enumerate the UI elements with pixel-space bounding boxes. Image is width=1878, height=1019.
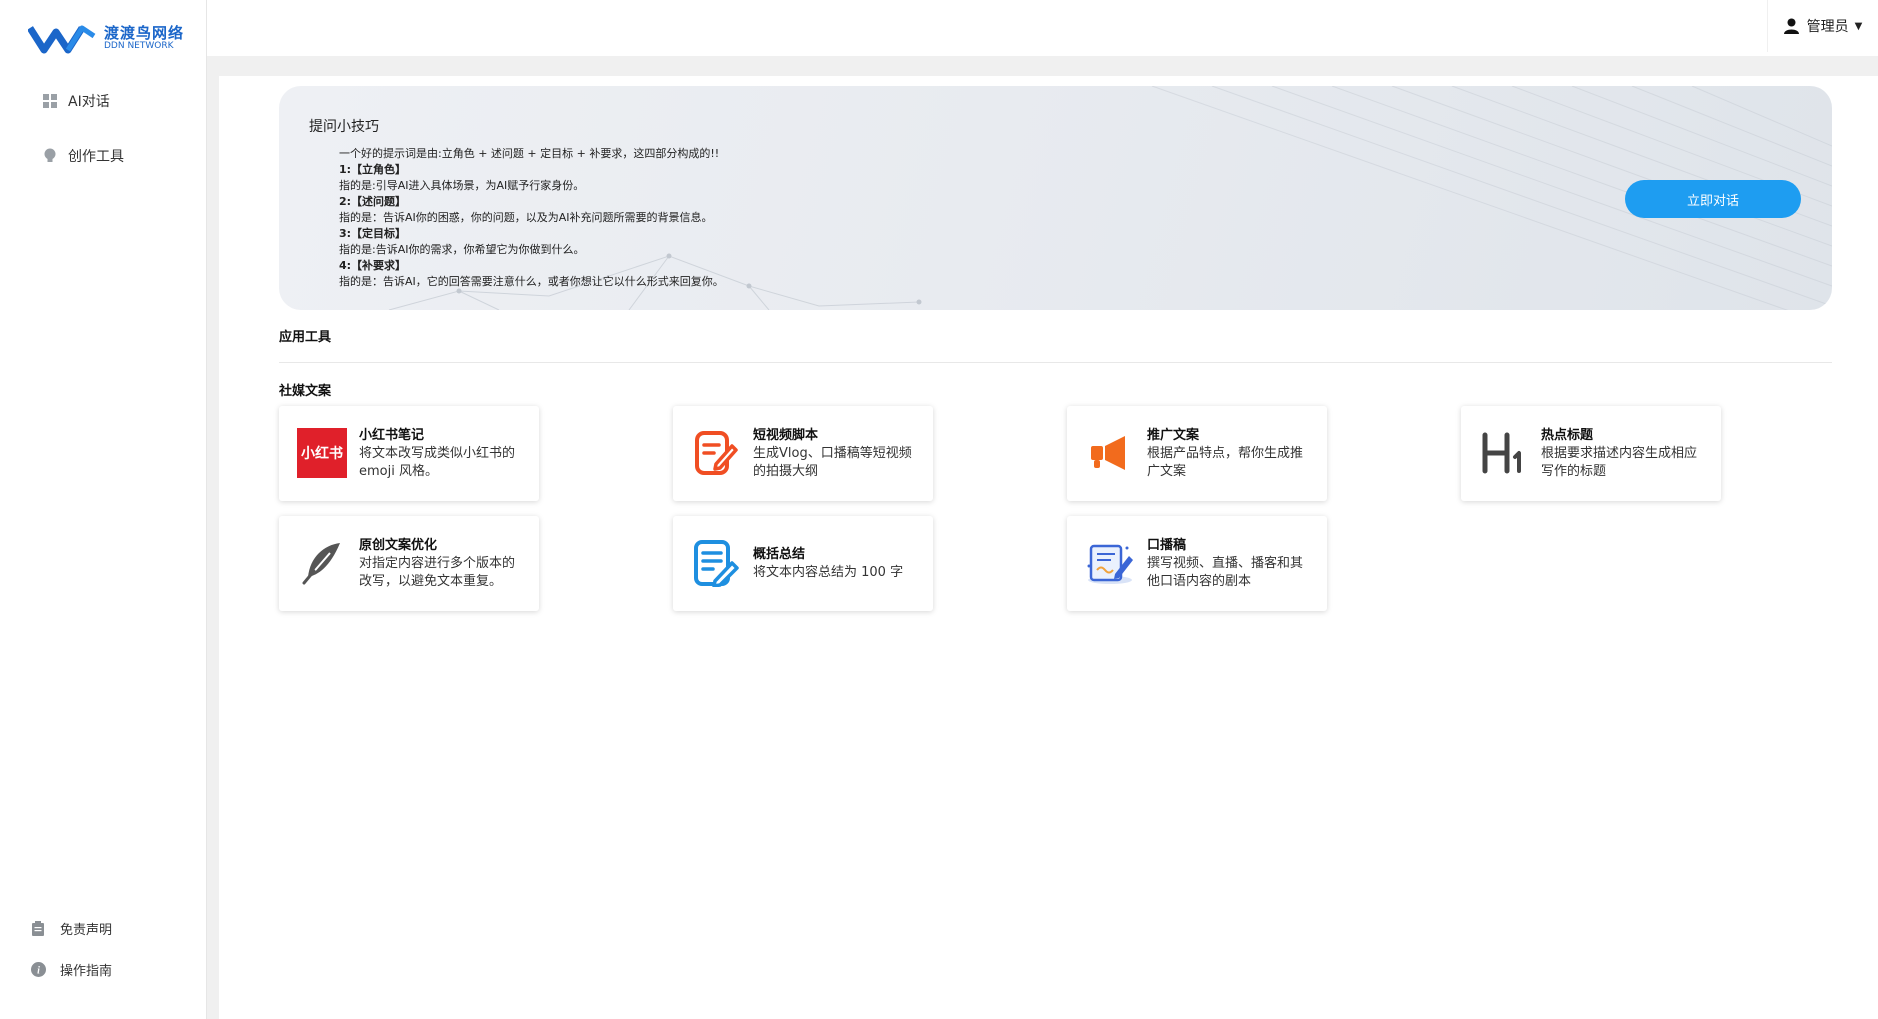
tip-line: 一个好的提示词是由:立角色 + 述问题 + 定目标 + 补要求，这四部分构成的!… bbox=[339, 147, 720, 160]
sidebar-footer-label: 操作指南 bbox=[60, 964, 113, 979]
banner-title: 提问小技巧 bbox=[309, 119, 379, 135]
tip-line: 1:【立角色】 bbox=[339, 163, 407, 176]
top-bar: 管理员 ▼ bbox=[207, 0, 1878, 56]
edit-document-icon bbox=[691, 428, 741, 478]
tool-title: 口播稿 bbox=[1147, 537, 1187, 553]
svg-text:i: i bbox=[37, 966, 40, 977]
tool-card-broadcast-script[interactable]: 口播稿 撰写视频、直播、播客和其他口语内容的剧本 bbox=[1067, 516, 1327, 611]
tool-desc: 根据产品特点，帮你生成推广文案 bbox=[1147, 445, 1304, 479]
main-content: 提问小技巧 一个好的提示词是由:立角色 + 述问题 + 定目标 + 补要求，这四… bbox=[219, 76, 1878, 1019]
tip-line: 4:【补要求】 bbox=[339, 259, 407, 272]
sidebar-footer-label: 免责声明 bbox=[60, 923, 113, 938]
sidebar-item-guide[interactable]: i 操作指南 bbox=[30, 960, 112, 979]
summary-note-icon bbox=[691, 538, 741, 588]
tool-desc: 生成Vlog、口播稿等短视频的拍摄大纲 bbox=[753, 445, 912, 479]
tool-desc: 根据要求描述内容生成相应写作的标题 bbox=[1541, 445, 1698, 479]
tool-card-video-script[interactable]: 短视频脚本 生成Vlog、口播稿等短视频的拍摄大纲 bbox=[673, 406, 933, 501]
sidebar-item-label: AI对话 bbox=[68, 94, 110, 110]
tool-title: 热点标题 bbox=[1541, 427, 1594, 443]
tip-line: 指的是：告诉AI，它的回答需要注意什么，或者你想让它以什么形式来回复你。 bbox=[339, 275, 724, 288]
ddn-logo-icon bbox=[28, 25, 96, 54]
tip-line: 指的是:引导AI进入具体场景，为AI赋予行家身份。 bbox=[339, 179, 585, 192]
tool-card-summary[interactable]: 概括总结 将文本内容总结为 100 字 bbox=[673, 516, 933, 611]
feather-icon bbox=[297, 538, 347, 588]
tool-card-rewrite[interactable]: 原创文案优化 对指定内容进行多个版本的改写，以避免文本重复。 bbox=[279, 516, 539, 611]
bulb-icon bbox=[42, 148, 58, 164]
tool-card-hot-title[interactable]: 热点标题 根据要求描述内容生成相应写作的标题 bbox=[1461, 406, 1721, 501]
sidebar: 渡渡鸟网络 DDN NETWORK AI对话 创作工具 免责声明 i 操作指南 bbox=[0, 0, 207, 1019]
tips-text: 一个好的提示词是由:立角色 + 述问题 + 定目标 + 补要求，这四部分构成的!… bbox=[339, 146, 724, 290]
megaphone-icon bbox=[1085, 428, 1135, 478]
start-chat-button[interactable]: 立即对话 bbox=[1625, 180, 1801, 218]
tip-line: 2:【述问题】 bbox=[339, 195, 407, 208]
sidebar-item-label: 创作工具 bbox=[68, 149, 124, 165]
sidebar-item-ai-chat[interactable]: AI对话 bbox=[42, 91, 110, 111]
tool-title: 推广文案 bbox=[1147, 427, 1200, 443]
tool-card-promotion[interactable]: 推广文案 根据产品特点，帮你生成推广文案 bbox=[1067, 406, 1327, 501]
section-title-app-tools: 应用工具 bbox=[279, 330, 332, 345]
xiaohongshu-logo: 小红书 bbox=[297, 428, 347, 478]
tip-line: 3:【定目标】 bbox=[339, 227, 407, 240]
user-menu[interactable]: 管理员 ▼ bbox=[1767, 0, 1878, 52]
tool-desc: 将文本改写成类似小红书的 emoji 风格。 bbox=[359, 445, 516, 479]
h1-icon bbox=[1479, 428, 1529, 478]
sidebar-item-creation-tools[interactable]: 创作工具 bbox=[42, 146, 124, 166]
clipboard-icon bbox=[30, 921, 46, 937]
section-title-social: 社媒文案 bbox=[279, 384, 332, 399]
script-board-icon bbox=[1085, 538, 1135, 588]
tips-banner: 提问小技巧 一个好的提示词是由:立角色 + 述问题 + 定目标 + 补要求，这四… bbox=[279, 86, 1832, 310]
brand-logo[interactable]: 渡渡鸟网络 DDN NETWORK bbox=[28, 22, 184, 56]
grid-icon bbox=[42, 93, 58, 109]
brand-name-cn: 渡渡鸟网络 bbox=[104, 24, 185, 43]
tip-line: 指的是:告诉AI你的需求，你希望它为你做到什么。 bbox=[339, 243, 585, 256]
tool-title: 原创文案优化 bbox=[359, 537, 438, 553]
caret-down-icon: ▼ bbox=[1854, 20, 1863, 32]
sidebar-item-disclaimer[interactable]: 免责声明 bbox=[30, 919, 112, 938]
tip-line: 指的是：告诉AI你的困惑，你的问题，以及为AI补充问题所需要的背景信息。 bbox=[339, 211, 713, 224]
tool-title: 概括总结 bbox=[753, 546, 806, 562]
xiaohongshu-logo-text: 小红书 bbox=[297, 428, 347, 478]
user-name: 管理员 bbox=[1806, 19, 1849, 35]
tool-desc: 将文本内容总结为 100 字 bbox=[753, 564, 904, 580]
tool-title: 小红书笔记 bbox=[359, 427, 425, 443]
tool-desc: 对指定内容进行多个版本的改写，以避免文本重复。 bbox=[359, 555, 516, 589]
info-icon: i bbox=[30, 962, 46, 978]
user-icon bbox=[1783, 18, 1799, 34]
brand-name-en: DDN NETWORK bbox=[104, 41, 174, 52]
divider bbox=[279, 362, 1832, 363]
tool-card-xiaohongshu[interactable]: 小红书 小红书笔记 将文本改写成类似小红书的 emoji 风格。 bbox=[279, 406, 539, 501]
tool-title: 短视频脚本 bbox=[753, 427, 819, 443]
tool-desc: 撰写视频、直播、播客和其他口语内容的剧本 bbox=[1147, 555, 1304, 589]
